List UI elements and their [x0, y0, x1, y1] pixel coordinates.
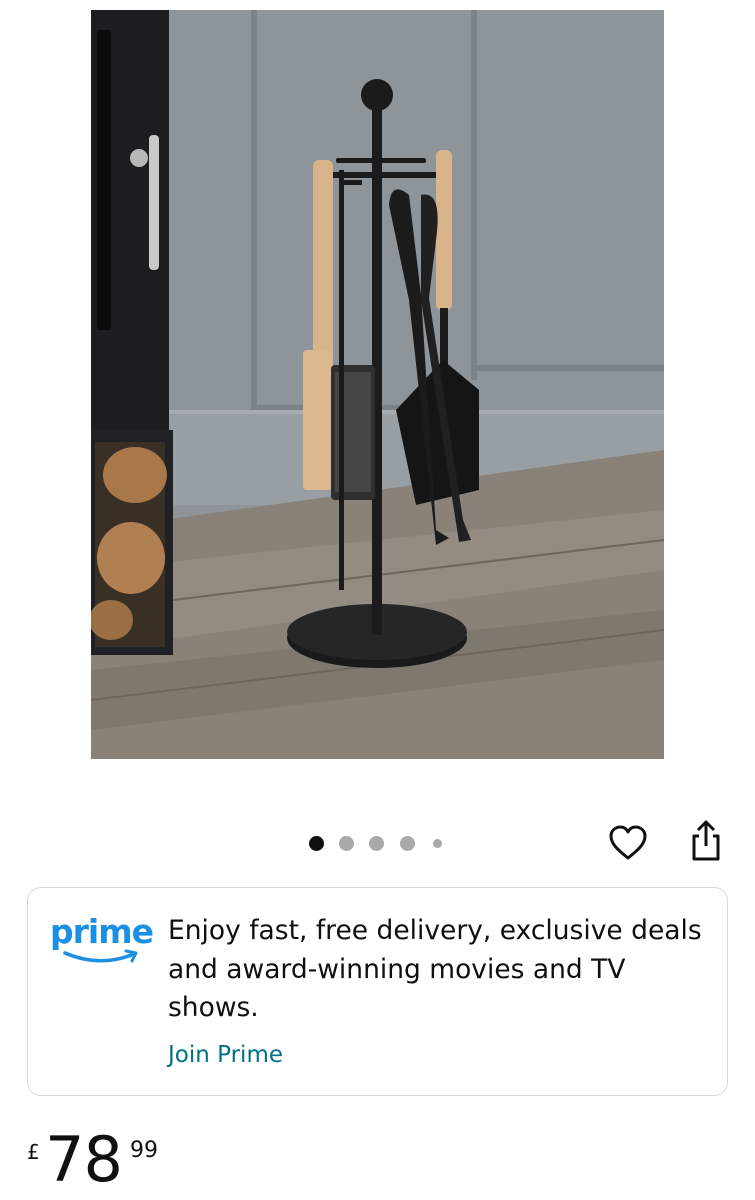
carousel-dot-2[interactable] [339, 836, 354, 851]
product-image[interactable] [91, 10, 664, 759]
price-currency-symbol: £ [27, 1140, 40, 1164]
prime-message: Enjoy fast, free delivery, exclusive dea… [168, 915, 702, 1023]
carousel-dot-5[interactable] [433, 839, 442, 848]
prime-logo: prime [50, 912, 154, 972]
share-icon [692, 820, 720, 861]
prime-logo-text: prime [50, 912, 154, 951]
price-fraction: 99 [130, 1138, 158, 1163]
share-button[interactable] [684, 819, 728, 863]
prime-promo-card: prime Enjoy fast, free delivery, exclusi… [27, 887, 728, 1096]
prime-smile-icon [63, 949, 138, 963]
carousel-dot-4[interactable] [400, 836, 415, 851]
product-photo-illustration [91, 10, 664, 759]
wishlist-button[interactable] [606, 821, 650, 865]
join-prime-link[interactable]: Join Prime [168, 1038, 283, 1072]
carousel-dot-3[interactable] [369, 836, 384, 851]
product-page: prime Enjoy fast, free delivery, exclusi… [0, 0, 755, 1200]
heart-outline-icon [609, 825, 647, 860]
carousel-dot-1[interactable] [309, 836, 324, 851]
price-whole: 78 [45, 1123, 123, 1196]
